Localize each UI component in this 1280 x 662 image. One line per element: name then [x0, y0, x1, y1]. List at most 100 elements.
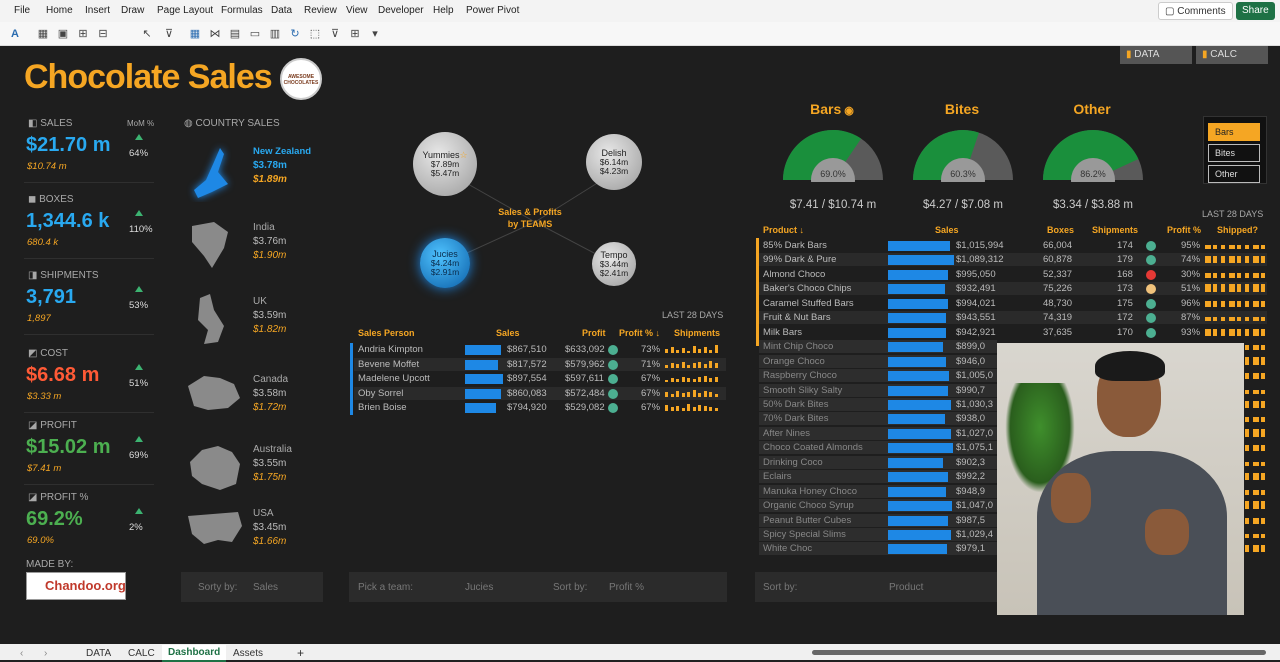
- menu-developer[interactable]: Developer: [378, 5, 424, 16]
- product-name[interactable]: Almond Choco: [763, 269, 825, 280]
- product-name[interactable]: After Nines: [763, 428, 810, 439]
- pivot-icon[interactable]: ▦: [188, 27, 202, 41]
- data-nav-button[interactable]: ▮ DATA: [1120, 46, 1192, 64]
- record-icon[interactable]: ⬚: [308, 27, 322, 41]
- product-header-0[interactable]: Product ↓: [763, 225, 804, 235]
- product-sales-bar: [888, 255, 955, 266]
- share-button[interactable]: Share: [1236, 2, 1275, 20]
- tab-assets[interactable]: Assets: [233, 648, 263, 659]
- country-name[interactable]: USA: [253, 508, 274, 519]
- product-name[interactable]: Drinking Coco: [763, 457, 823, 468]
- font-color-icon[interactable]: A: [8, 27, 22, 41]
- country-name[interactable]: India: [253, 222, 275, 233]
- cells-icon[interactable]: ⊞: [76, 27, 90, 41]
- form-icon[interactable]: ▭: [248, 27, 262, 41]
- menu-page-layout[interactable]: Page Layout: [157, 5, 213, 16]
- product-name[interactable]: Caramel Stuffed Bars: [763, 298, 854, 309]
- menu-draw[interactable]: Draw: [121, 5, 144, 16]
- slicer-other[interactable]: Other: [1208, 165, 1260, 183]
- product-name[interactable]: 85% Dark Bars: [763, 240, 827, 251]
- tab-prev-icon[interactable]: ‹: [20, 648, 23, 659]
- slicer-bars[interactable]: Bars: [1208, 123, 1260, 141]
- product-name[interactable]: White Choc: [763, 543, 812, 554]
- customize-icon[interactable]: ▾: [368, 27, 382, 41]
- product-name[interactable]: Raspberry Choco: [763, 370, 837, 381]
- select-icon[interactable]: ↖: [140, 27, 154, 41]
- product-name[interactable]: 99% Dark & Pure: [763, 254, 836, 265]
- product-shipped-sparkline: [1205, 241, 1267, 249]
- product-name[interactable]: Orange Choco: [763, 356, 825, 367]
- product-name[interactable]: Smooth Sliky Salty: [763, 385, 842, 396]
- tab-data[interactable]: DATA: [86, 648, 111, 659]
- country-name[interactable]: Australia: [253, 444, 292, 455]
- menu-home[interactable]: Home: [46, 5, 73, 16]
- product-name[interactable]: Manuka Honey Choco: [763, 486, 857, 497]
- menu-view[interactable]: View: [346, 5, 368, 16]
- team-bubble-yummies[interactable]: Yummies☆ $7.89m $5.47m: [413, 132, 477, 196]
- slicer-bites[interactable]: Bites: [1208, 144, 1260, 162]
- borders-icon[interactable]: ▦: [36, 27, 50, 41]
- tab-dashboard[interactable]: Dashboard: [162, 645, 227, 662]
- table-icon[interactable]: ▤: [228, 27, 242, 41]
- add-sheet-icon[interactable]: +: [297, 646, 304, 660]
- grid-icon[interactable]: ▣: [56, 27, 70, 41]
- sort-icon[interactable]: ⊞: [348, 27, 362, 41]
- horizontal-scrollbar[interactable]: [812, 650, 1266, 655]
- team-profit: $5.47m: [430, 168, 460, 178]
- product-name[interactable]: 50% Dark Bites: [763, 399, 828, 410]
- filter-icon[interactable]: ⊽: [328, 27, 342, 41]
- align-icon[interactable]: ⊟: [96, 27, 110, 41]
- tab-calc[interactable]: CALC: [128, 648, 155, 659]
- team-bubble-jucies[interactable]: Jucies $4.24m $2.91m: [420, 238, 470, 288]
- salesperson-name[interactable]: Oby Sorrel: [358, 388, 403, 399]
- menu-file[interactable]: File: [14, 5, 30, 16]
- macro-icon[interactable]: ▥: [268, 27, 282, 41]
- sp-header-3[interactable]: Profit % ↓: [619, 328, 660, 338]
- team-bubble-tempo[interactable]: Tempo $3.44m $2.41m: [592, 242, 636, 286]
- spark-bar: [1261, 501, 1265, 510]
- product-name[interactable]: Organic Choco Syrup: [763, 500, 854, 511]
- team-bubble-delish[interactable]: Delish $6.14m $4.23m: [586, 134, 642, 190]
- calc-nav-button[interactable]: ▮ CALC: [1196, 46, 1268, 64]
- country-name[interactable]: New Zealand: [253, 146, 311, 157]
- tab-next-icon[interactable]: ›: [44, 648, 47, 659]
- product-name[interactable]: Baker's Choco Chips: [763, 283, 851, 294]
- product-name[interactable]: Fruit & Nut Bars: [763, 312, 831, 323]
- menu-power-pivot[interactable]: Power Pivot: [466, 5, 519, 16]
- salesperson-name[interactable]: Brien Boise: [358, 402, 407, 413]
- product-name[interactable]: Choco Coated Almonds: [763, 442, 863, 453]
- mom-label: MoM %: [127, 119, 155, 128]
- team-filter-value[interactable]: Jucies: [465, 582, 493, 593]
- country-name[interactable]: Canada: [253, 374, 288, 385]
- product-name[interactable]: Eclairs: [763, 471, 792, 482]
- menu-review[interactable]: Review: [304, 5, 337, 16]
- menu-formulas[interactable]: Formulas: [221, 5, 263, 16]
- kpi-prev: $3.33 m: [27, 391, 62, 402]
- menu-help[interactable]: Help: [433, 5, 454, 16]
- product-name[interactable]: Mint Chip Choco: [763, 341, 833, 352]
- spark-bar: [687, 351, 690, 353]
- spark-bar: [1253, 317, 1259, 322]
- product-name[interactable]: Milk Bars: [763, 327, 802, 338]
- product-name[interactable]: 70% Dark Bites: [763, 413, 828, 424]
- menu-data[interactable]: Data: [271, 5, 292, 16]
- salesperson-sales: $897,554: [507, 373, 547, 384]
- product-name[interactable]: Peanut Butter Cubes: [763, 515, 851, 526]
- salesperson-name[interactable]: Andria Kimpton: [358, 344, 423, 355]
- refresh-icon[interactable]: ↻: [288, 27, 302, 41]
- menu-insert[interactable]: Insert: [85, 5, 110, 16]
- salesperson-name[interactable]: Bevene Moffet: [358, 359, 419, 370]
- sp-sort-value[interactable]: Profit %: [609, 582, 644, 593]
- kpi-prev: $10.74 m: [27, 161, 67, 172]
- group-icon[interactable]: ⋈: [208, 27, 222, 41]
- clear-filter-icon[interactable]: ⊽: [162, 27, 176, 41]
- salesperson-name[interactable]: Madelene Upcott: [358, 373, 430, 384]
- product-shipments: 173: [1117, 283, 1133, 295]
- comments-button[interactable]: ▢ Comments: [1158, 2, 1233, 20]
- country-name[interactable]: UK: [253, 296, 267, 307]
- prod-sort-value[interactable]: Product: [889, 582, 923, 593]
- country-sort-value[interactable]: Sales: [253, 582, 278, 593]
- spark-bar: [670, 347, 674, 353]
- product-name[interactable]: Spicy Special Slims: [763, 529, 846, 540]
- spark-bar: [1245, 473, 1249, 481]
